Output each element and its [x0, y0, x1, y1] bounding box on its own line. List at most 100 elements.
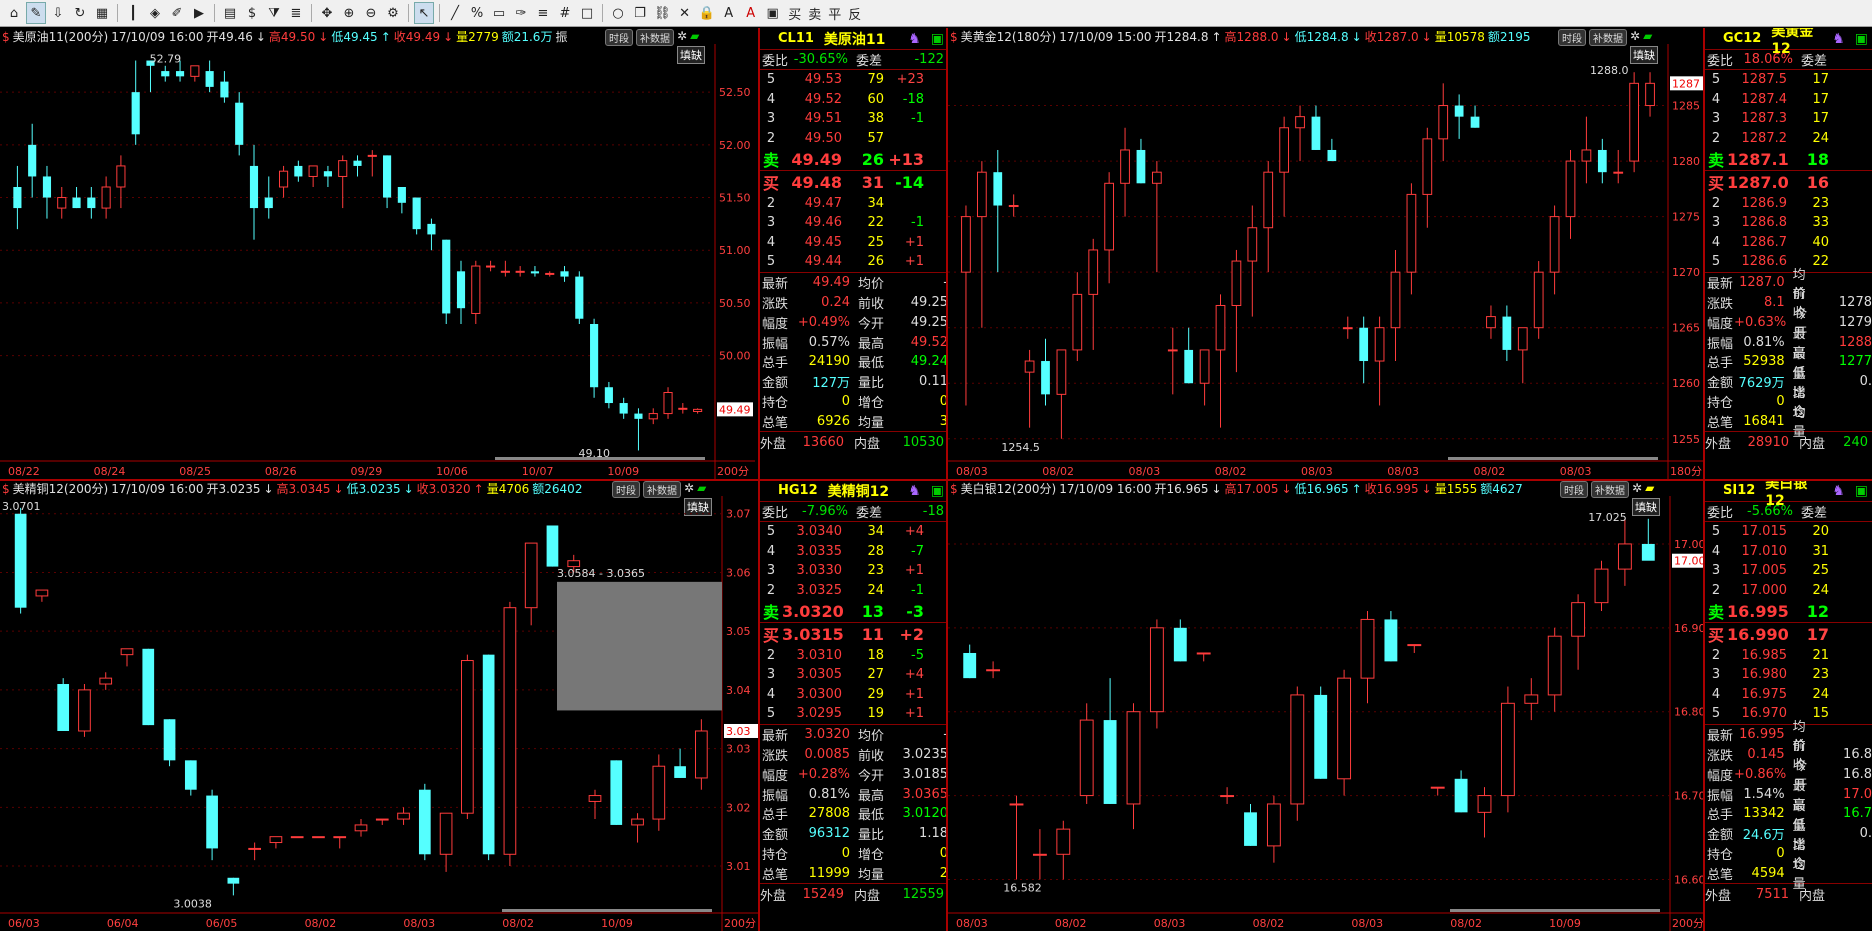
depth-volume: 15 [1812, 706, 1829, 722]
depth-price: 3.0315 [782, 624, 844, 644]
stat-label: 今开 [858, 768, 885, 784]
dollar-icon[interactable]: $ [242, 2, 262, 24]
outer-value: 15249 [802, 887, 845, 903]
fib-icon[interactable]: ≡ [533, 2, 553, 24]
high-annotation: 17.025 [1588, 511, 1627, 524]
doc-icon[interactable]: ▤ [220, 2, 240, 24]
expand-icon[interactable]: ▣ [1855, 483, 1868, 499]
expand-icon[interactable]: ▣ [1855, 31, 1868, 47]
depth-row: 4 17.010 31 [1705, 542, 1872, 562]
candle [1502, 305, 1512, 362]
instrument-name: 美原油11 [823, 31, 886, 48]
switch-icon[interactable]: ♞ [1832, 31, 1845, 47]
color-icon[interactable]: A [741, 2, 761, 24]
cursor-icon[interactable]: ↖ [414, 2, 434, 24]
switch-icon[interactable]: ♞ [1832, 483, 1845, 499]
trade-button-2[interactable]: 平 [825, 2, 845, 24]
last-price-text: 17.00 [1674, 555, 1706, 568]
circle-icon[interactable]: ○ [608, 2, 628, 24]
order-ratio-value: 18.06% [1743, 52, 1794, 67]
depth-volume: 13 [861, 601, 884, 621]
depth-price: 3.0335 [796, 543, 843, 559]
x-date-label: 08/03 [956, 465, 988, 478]
pen-icon[interactable]: ✎ [26, 2, 46, 24]
gear-icon[interactable]: ⚙ [383, 2, 403, 24]
zoom-out-icon[interactable]: ⊖ [361, 2, 381, 24]
x-date-label: 08/22 [8, 465, 40, 478]
filter-icon[interactable]: ⧩ [264, 2, 284, 24]
stat-label: 总笔 [1707, 867, 1734, 883]
range-label: 3.0584 - 3.0365 [557, 567, 645, 580]
zoom-in-icon[interactable]: ⊕ [339, 2, 359, 24]
depth-price: 1286.9 [1741, 195, 1788, 211]
candle [78, 684, 91, 737]
stat-label: 金额 [1707, 376, 1734, 392]
stat-label: 量比 [858, 376, 885, 392]
ask-levels: 5 1287.5 17 4 1287.4 17 3 1287.3 17 2 1287.2 24 卖 128… [1705, 70, 1872, 172]
stat-label: 最新 [762, 277, 789, 293]
range-selection-box[interactable] [557, 581, 722, 711]
chart-scrollbar[interactable] [502, 909, 712, 912]
diamond-icon[interactable]: ◈ [145, 2, 165, 24]
delete-icon[interactable]: ✕ [675, 2, 695, 24]
depth-row: 3 49.46 22 -1 [760, 213, 948, 233]
candle [482, 654, 495, 861]
copy-icon[interactable]: ❐ [630, 2, 650, 24]
expand-icon[interactable]: ▣ [931, 483, 944, 499]
refresh-icon[interactable]: ↻ [70, 2, 90, 24]
depth-change: -1 [911, 583, 924, 599]
candle [663, 387, 673, 419]
save-icon[interactable]: ▣ [763, 2, 783, 24]
candle [1454, 770, 1468, 813]
ruler-icon[interactable]: ▭ [489, 2, 509, 24]
candle [1407, 644, 1422, 653]
toolbar-separator [214, 4, 215, 22]
candle [1547, 627, 1562, 712]
hash-icon[interactable]: # [555, 2, 575, 24]
download-icon[interactable]: ⇩ [48, 2, 68, 24]
lock-icon[interactable]: 🔒 [697, 2, 717, 24]
lines-icon[interactable]: ≣ [286, 2, 306, 24]
stat-label: 前收 [858, 748, 885, 764]
trade-button-0[interactable]: 买 [785, 2, 805, 24]
trade-button-1[interactable]: 卖 [805, 2, 825, 24]
depth-change: +1 [904, 686, 924, 702]
percent-icon[interactable]: % [467, 2, 487, 24]
home-icon[interactable]: ⌂ [4, 2, 24, 24]
chart-scrollbar[interactable] [1450, 909, 1660, 912]
stat-label: 总手 [762, 808, 789, 824]
grid-icon[interactable]: ▦ [92, 2, 112, 24]
y-tick-label: 3.02 [726, 801, 751, 814]
candle [161, 65, 170, 82]
play-icon[interactable]: ▶ [189, 2, 209, 24]
depth-price: 49.52 [804, 91, 842, 107]
low-annotation: 3.0038 [173, 897, 212, 910]
depth-volume: 22 [867, 215, 884, 231]
move-icon[interactable]: ✥ [317, 2, 337, 24]
depth-price: 16.975 [1741, 686, 1788, 702]
candlestick-chart[interactable]: 52.5052.0051.5051.0050.5050.0052.7949.10… [0, 28, 755, 479]
stat-value: - [887, 275, 948, 290]
stat-value: 0 [841, 393, 851, 409]
chart-scrollbar[interactable] [1448, 457, 1658, 460]
rect-icon[interactable]: □ [577, 2, 597, 24]
depth-price: 3.0295 [796, 706, 843, 722]
switch-icon[interactable]: ♞ [908, 483, 921, 499]
text-icon[interactable]: A [719, 2, 739, 24]
candle [1088, 238, 1099, 350]
link-icon[interactable]: ⛓ [652, 2, 673, 24]
trade-button-3[interactable]: 反 [845, 2, 865, 24]
candle-icon[interactable]: ┃ [123, 2, 143, 24]
draw-icon[interactable]: ✑ [511, 2, 531, 24]
switch-icon[interactable]: ♞ [908, 31, 921, 47]
candlestick-chart[interactable]: 1285 1280 1275 1270 1265 1260 1255 1288.0 1254.5… [948, 28, 1708, 479]
candle [631, 813, 644, 843]
expand-icon[interactable]: ▣ [931, 31, 944, 47]
candlestick-chart[interactable]: 17.00 16.90 16.80 16.70 16.60 17.025 16.582 17.… [948, 480, 1710, 931]
stat-value: 0 [939, 845, 948, 861]
edit-icon[interactable]: ✐ [167, 2, 187, 24]
depth-volume: 20 [1812, 524, 1829, 540]
chart-scrollbar[interactable] [495, 457, 705, 460]
candlestick-chart[interactable]: 3.07 3.06 3.05 3.04 3.03 3.02 3.01 3.0701 3.0038… [0, 480, 762, 931]
line-icon[interactable]: ╱ [445, 2, 465, 24]
